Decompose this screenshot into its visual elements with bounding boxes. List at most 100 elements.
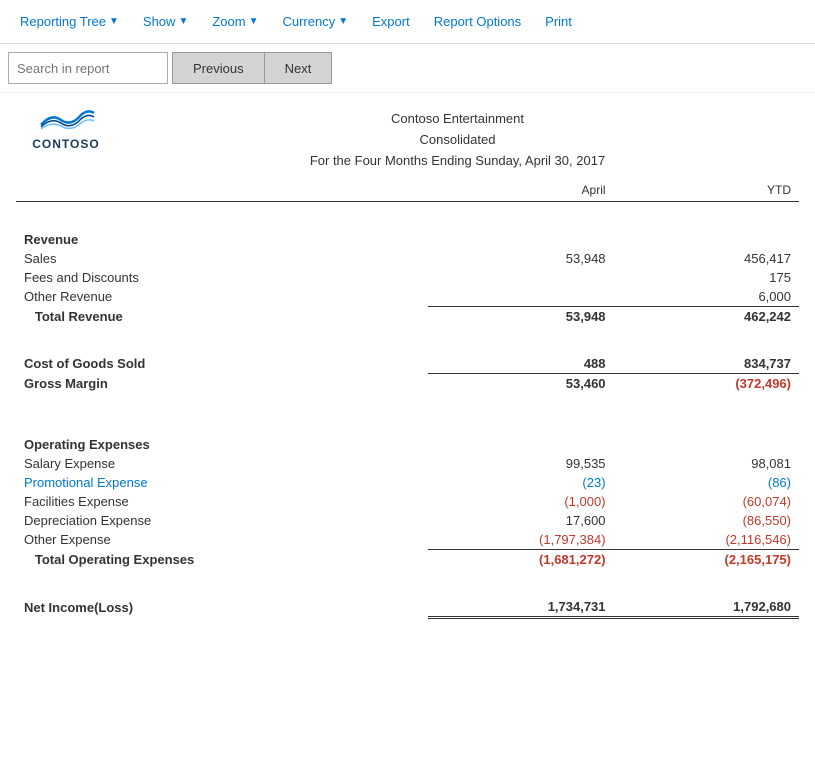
opex-header-label: Operating Expenses	[16, 421, 428, 454]
table-row: Depreciation Expense 17,600 (86,550)	[16, 511, 799, 530]
nav-zoom[interactable]: Zoom ▼	[200, 0, 270, 43]
total-revenue-row: Total Revenue 53,948 462,242	[16, 306, 799, 326]
nav-export[interactable]: Export	[360, 0, 422, 43]
gross-margin-ytd: (372,496)	[614, 373, 799, 393]
spacer	[16, 340, 799, 354]
spacer	[16, 393, 799, 407]
chevron-down-icon: ▼	[338, 16, 348, 27]
other-revenue-label: Other Revenue	[16, 287, 428, 307]
logo-area: CONTOSO	[16, 105, 116, 151]
nav-show[interactable]: Show ▼	[131, 0, 200, 43]
net-income-ytd: 1,792,680	[614, 597, 799, 618]
fees-april	[428, 268, 613, 287]
next-button[interactable]: Next	[264, 52, 333, 84]
cogs-april: 488	[428, 354, 613, 374]
total-opex-ytd: (2,165,175)	[614, 549, 799, 569]
chevron-down-icon: ▼	[249, 16, 259, 27]
col-header-april: April	[428, 181, 613, 202]
total-revenue-label: Total Revenue	[16, 306, 428, 326]
cogs-label: Cost of Goods Sold	[16, 354, 428, 374]
sales-label: Sales	[16, 249, 428, 268]
total-opex-april: (1,681,272)	[428, 549, 613, 569]
report-table-area: April YTD Revenue Sales 53,948 456,417 F…	[0, 171, 815, 639]
facilities-label: Facilities Expense	[16, 492, 428, 511]
col-header-label	[16, 181, 428, 202]
previous-button[interactable]: Previous	[172, 52, 264, 84]
report-title-line3: For the Four Months Ending Sunday, April…	[116, 151, 799, 172]
revenue-header-ytd	[614, 216, 799, 249]
salary-ytd: 98,081	[614, 454, 799, 473]
nav-reporting-tree-label: Reporting Tree	[20, 14, 106, 29]
other-expense-ytd: (2,116,546)	[614, 530, 799, 550]
search-input[interactable]	[8, 52, 168, 84]
spacer	[16, 202, 799, 216]
nav-report-options[interactable]: Report Options	[422, 0, 533, 43]
salary-label: Salary Expense	[16, 454, 428, 473]
revenue-header-april	[428, 216, 613, 249]
gross-margin-label: Gross Margin	[16, 373, 428, 393]
promo-april: (23)	[428, 473, 613, 492]
spacer	[16, 583, 799, 597]
other-expense-label: Other Expense	[16, 530, 428, 550]
table-row: Other Revenue 6,000	[16, 287, 799, 307]
promo-label[interactable]: Promotional Expense	[16, 473, 428, 492]
table-row: Sales 53,948 456,417	[16, 249, 799, 268]
top-nav: Reporting Tree ▼ Show ▼ Zoom ▼ Currency …	[0, 0, 815, 44]
sales-april: 53,948	[428, 249, 613, 268]
nav-reporting-tree[interactable]: Reporting Tree ▼	[8, 0, 131, 43]
table-row: Promotional Expense (23) (86)	[16, 473, 799, 492]
nav-zoom-label: Zoom	[212, 14, 245, 29]
promo-ytd: (86)	[614, 473, 799, 492]
fees-ytd: 175	[614, 268, 799, 287]
nav-show-label: Show	[143, 14, 176, 29]
salary-april: 99,535	[428, 454, 613, 473]
other-expense-april: (1,797,384)	[428, 530, 613, 550]
depreciation-label: Depreciation Expense	[16, 511, 428, 530]
depreciation-ytd: (86,550)	[614, 511, 799, 530]
depreciation-april: 17,600	[428, 511, 613, 530]
total-opex-row: Total Operating Expenses (1,681,272) (2,…	[16, 549, 799, 569]
spacer	[16, 407, 799, 421]
other-revenue-ytd: 6,000	[614, 287, 799, 307]
total-revenue-ytd: 462,242	[614, 306, 799, 326]
facilities-april: (1,000)	[428, 492, 613, 511]
spacer	[16, 326, 799, 340]
gross-margin-april: 53,460	[428, 373, 613, 393]
table-row: Salary Expense 99,535 98,081	[16, 454, 799, 473]
section-header-revenue: Revenue	[16, 216, 799, 249]
revenue-header-label: Revenue	[16, 216, 428, 249]
facilities-ytd: (60,074)	[614, 492, 799, 511]
nav-print-label: Print	[545, 14, 572, 29]
net-income-label: Net Income(Loss)	[16, 597, 428, 618]
nav-currency[interactable]: Currency ▼	[270, 0, 360, 43]
other-revenue-april	[428, 287, 613, 307]
total-revenue-april: 53,948	[428, 306, 613, 326]
table-row: Other Expense (1,797,384) (2,116,546)	[16, 530, 799, 550]
total-opex-label: Total Operating Expenses	[16, 549, 428, 569]
report-title-line1: Contoso Entertainment	[116, 109, 799, 130]
cogs-row: Cost of Goods Sold 488 834,737	[16, 354, 799, 374]
nav-print[interactable]: Print	[533, 0, 584, 43]
report-title: Contoso Entertainment Consolidated For t…	[116, 105, 799, 171]
fees-label: Fees and Discounts	[16, 268, 428, 287]
chevron-down-icon: ▼	[178, 16, 188, 27]
table-row: Facilities Expense (1,000) (60,074)	[16, 492, 799, 511]
sales-ytd: 456,417	[614, 249, 799, 268]
search-row: Previous Next	[0, 44, 815, 93]
contoso-logo-icon	[36, 105, 96, 135]
report-header: CONTOSO Contoso Entertainment Consolidat…	[0, 93, 815, 171]
spacer	[16, 569, 799, 583]
gross-margin-row: Gross Margin 53,460 (372,496)	[16, 373, 799, 393]
net-income-april: 1,734,731	[428, 597, 613, 618]
section-header-opex: Operating Expenses	[16, 421, 799, 454]
report-title-line2: Consolidated	[116, 130, 799, 151]
net-income-row: Net Income(Loss) 1,734,731 1,792,680	[16, 597, 799, 618]
logo-text: CONTOSO	[32, 137, 99, 151]
report-table: April YTD Revenue Sales 53,948 456,417 F…	[16, 181, 799, 619]
cogs-ytd: 834,737	[614, 354, 799, 374]
chevron-down-icon: ▼	[109, 16, 119, 27]
nav-currency-label: Currency	[282, 14, 335, 29]
table-row: Fees and Discounts 175	[16, 268, 799, 287]
nav-report-options-label: Report Options	[434, 14, 521, 29]
col-header-ytd: YTD	[614, 181, 799, 202]
